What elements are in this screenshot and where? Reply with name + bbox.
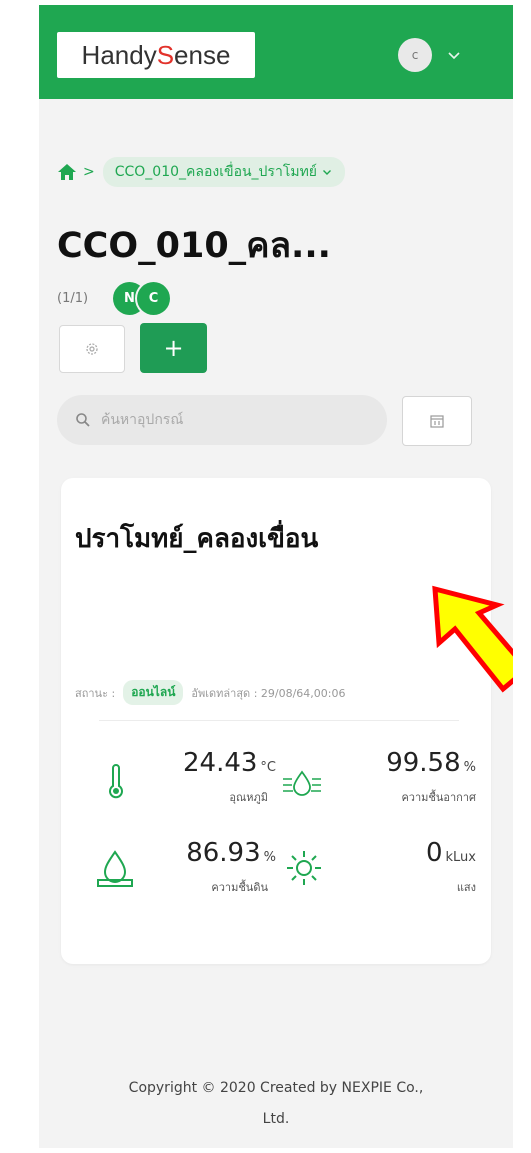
air-humidity-icon [283, 770, 321, 796]
logo-suffix: ense [174, 40, 231, 70]
chevron-down-icon [323, 170, 331, 175]
pointer-arrow-icon [432, 585, 513, 693]
sensor-light: 0 kLux แสง [276, 838, 476, 918]
copyright-line-2: Ltd. [262, 1111, 290, 1127]
copyright-footer: Copyright © 2020 Created by NEXPIE Co., … [39, 1073, 513, 1135]
breadcrumb-separator: > [83, 164, 95, 180]
air-humidity-unit: % [463, 760, 476, 775]
soil-moisture-icon [97, 850, 133, 887]
air-humidity-value: 99.58 [386, 748, 461, 778]
temperature-label: อุณหภูมิ [229, 791, 268, 804]
sensor-air-humidity: 99.58% ความชื้นอากาศ [276, 748, 476, 828]
temperature-unit: °C [260, 760, 276, 775]
air-humidity-label: ความชื้นอากาศ [401, 791, 476, 804]
sensor-value: 0 kLux [426, 838, 476, 868]
sun-icon [287, 851, 321, 885]
soil-moisture-unit: % [263, 850, 276, 865]
soil-moisture-label: ความชื้นดิน [211, 881, 268, 894]
chevron-down-icon[interactable] [444, 45, 464, 65]
sensor-value: 24.43 °C [183, 748, 276, 778]
breadcrumb-current: CCO_010_คลองเขื่อน_ปราโมทย์ [114, 164, 317, 180]
copyright-line-1: Copyright © 2020 Created by NEXPIE Co., [128, 1080, 424, 1096]
temperature-value: 24.43 [182, 748, 258, 778]
thermometer-icon [109, 764, 123, 799]
app-frame: HandySense c > CCO_010_คลองเขื่อน_ปราโมท… [39, 5, 513, 1148]
top-navbar: HandySense c [39, 5, 513, 99]
soil-moisture-value: 86.93 [186, 838, 261, 868]
handysense-logo[interactable]: HandySense [57, 32, 255, 78]
logo-highlight: S [156, 40, 175, 70]
page-title: CCO_010_คล... [57, 226, 331, 266]
status-badge: ออนไลน์ [123, 680, 184, 705]
last-updated: อัพเดทล่าสุด : 29/08/64,00:06 [191, 686, 346, 700]
status-row: สถานะ : ออนไลน์ อัพเดทล่าสุด : 29/08/64,… [75, 680, 481, 705]
sort-button[interactable] [402, 396, 472, 446]
settings-button[interactable] [59, 325, 125, 373]
breadcrumb: > CCO_010_คลองเขื่อน_ปราโมทย์ [57, 155, 345, 189]
calendar-sort-icon [430, 415, 444, 428]
breadcrumb-device-dropdown[interactable]: CCO_010_คลองเขื่อน_ปราโมทย์ [102, 157, 345, 187]
logo-prefix: Handy [81, 40, 157, 70]
divider [99, 720, 459, 721]
sensor-soil-moisture: 86.93% ความชื้นดิน [61, 838, 276, 918]
search-icon [76, 413, 90, 427]
device-card[interactable]: ปราโมทย์_คลองเขื่อน สถานะ : ออนไลน์ อัพเ… [61, 478, 491, 964]
light-unit: kLux [445, 850, 476, 865]
home-icon[interactable] [57, 162, 77, 182]
sensor-value: 86.93% [186, 838, 276, 868]
search-box [57, 395, 387, 445]
device-name: ปราโมทย์_คลองเขื่อน [75, 524, 319, 554]
sensor-temperature: 24.43 °C อุณหภูมิ [61, 748, 276, 828]
light-label: แสง [456, 881, 476, 894]
device-count: (1/1) [57, 291, 89, 306]
badge-c[interactable]: C [137, 282, 170, 315]
gear-icon [86, 343, 98, 355]
status-label: สถานะ : [75, 686, 116, 700]
sensor-value: 99.58% [386, 748, 476, 778]
add-device-button[interactable]: + [140, 323, 207, 373]
user-avatar[interactable]: c [398, 38, 432, 72]
search-input[interactable] [99, 411, 363, 429]
light-value: 0 [425, 838, 443, 868]
